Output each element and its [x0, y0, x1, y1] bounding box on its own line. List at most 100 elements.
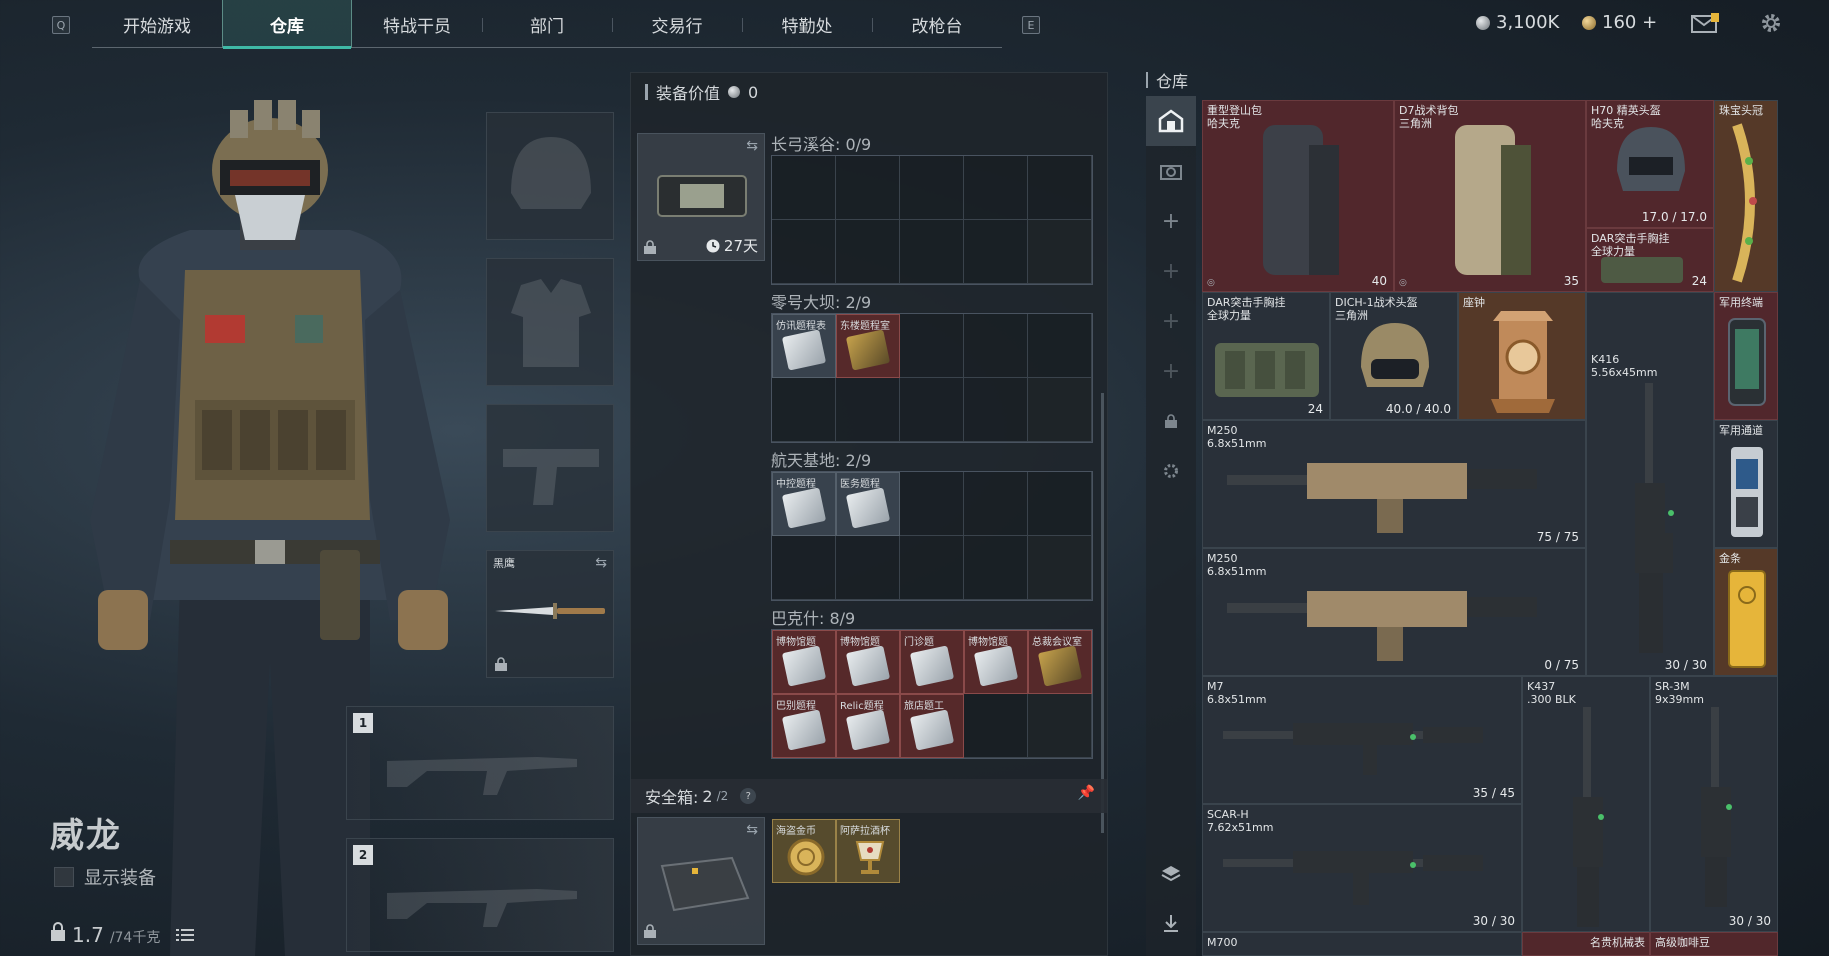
- keycard-item[interactable]: 博物馆题: [836, 630, 900, 694]
- key-grid-longbow[interactable]: [771, 155, 1093, 285]
- keycard-icon: [973, 645, 1019, 687]
- safebox-item[interactable]: 海盗金币: [772, 819, 836, 883]
- safebox-slot[interactable]: ⇆: [637, 817, 765, 945]
- keycard-item[interactable]: 东楼题程室: [836, 314, 900, 378]
- tab-warehouse[interactable]: 仓库: [222, 0, 352, 49]
- item-name: 军用通道: [1719, 424, 1763, 437]
- warehouse-item[interactable]: 珠宝头冠: [1714, 100, 1778, 292]
- warehouse-item[interactable]: H70 精英头盔 哈夫克 17.0 / 17.0: [1586, 100, 1714, 228]
- sidebar-add-4[interactable]: +: [1146, 346, 1196, 396]
- lock-icon: [644, 240, 656, 254]
- keycard-icon: [781, 329, 827, 371]
- tab-start-game[interactable]: 开始游戏: [92, 0, 222, 48]
- keycard-item[interactable]: 旅店题工: [900, 694, 964, 758]
- item-count: 24: [1691, 274, 1707, 288]
- warehouse-grid[interactable]: 重型登山包 哈夫克 40 ◎ D7战术背包 三角洲 35 ◎ H70 精英头盔 …: [1202, 100, 1778, 956]
- keycard-item[interactable]: 博物馆题: [772, 630, 836, 694]
- show-equipment-toggle[interactable]: 显示装备: [54, 864, 156, 890]
- warehouse-item[interactable]: 名贵机械表: [1522, 932, 1650, 956]
- equip-value-header: 装备价值 0: [631, 73, 1107, 111]
- sidebar-layers[interactable]: [1146, 848, 1196, 898]
- item-label: 中控题程: [776, 479, 816, 490]
- warehouse-item[interactable]: M250 6.8x51mm 75 / 75: [1202, 420, 1586, 548]
- tab-gunsmith[interactable]: 改枪台: [872, 0, 1002, 48]
- warehouse-item[interactable]: SR-3M 9x39mm 30 / 30: [1650, 676, 1778, 932]
- settings-button[interactable]: [1756, 10, 1786, 36]
- keycard-item[interactable]: 仿讯题程表: [772, 314, 836, 378]
- warehouse-item[interactable]: D7战术背包 三角洲 35 ◎: [1394, 100, 1586, 292]
- keycard-item[interactable]: 总裁会议室: [1028, 630, 1092, 694]
- keycard-item[interactable]: 医务题程: [836, 472, 900, 536]
- key-pouch-slot[interactable]: ⇆ 27天: [637, 133, 765, 261]
- melee-slot[interactable]: 黑鹰 ⇆: [486, 550, 614, 678]
- layers-icon: [1161, 866, 1181, 882]
- warehouse-item[interactable]: SCAR-H 7.62x51mm 30 / 30: [1202, 804, 1522, 932]
- sidebar-add-1[interactable]: +: [1146, 196, 1196, 246]
- warehouse-item[interactable]: 座钟: [1458, 292, 1586, 420]
- show-equipment-checkbox[interactable]: [54, 867, 74, 887]
- keycard-icon: [845, 709, 891, 751]
- armor-slot[interactable]: [486, 258, 614, 386]
- operator-name: 威龙: [50, 816, 122, 856]
- sidebar-page-4[interactable]: [1146, 146, 1196, 196]
- swap-icon[interactable]: ⇆: [595, 555, 607, 571]
- sidebar-locked[interactable]: [1146, 396, 1196, 446]
- warehouse-item[interactable]: M700: [1202, 932, 1522, 956]
- warehouse-item[interactable]: 军用终端: [1714, 292, 1778, 420]
- sidebar-add-2[interactable]: +: [1146, 246, 1196, 296]
- lock-icon: [644, 924, 656, 938]
- item-label: 阿萨拉酒杯: [840, 826, 890, 837]
- helmet-slot[interactable]: [486, 112, 614, 240]
- warehouse-item[interactable]: 重型登山包 哈夫克 40 ◎: [1202, 100, 1394, 292]
- help-icon[interactable]: ?: [740, 788, 757, 804]
- sidebar-all-storage[interactable]: [1146, 96, 1196, 146]
- mail-button[interactable]: [1690, 10, 1720, 36]
- pin-icon[interactable]: 📌: [1078, 785, 1095, 801]
- scrollbar[interactable]: [1101, 393, 1104, 833]
- warehouse-item[interactable]: DICH-1战术头盔 三角洲 40.0 / 40.0: [1330, 292, 1458, 420]
- keycard-item[interactable]: Relic题程: [836, 694, 900, 758]
- pistol-icon: [503, 449, 599, 505]
- sidebar-add-3[interactable]: +: [1146, 296, 1196, 346]
- tab-special-services[interactable]: 特勤处: [742, 0, 872, 48]
- rifle-silhouette-icon: [387, 889, 577, 927]
- pistol-slot[interactable]: [486, 404, 614, 532]
- item-name: K416 5.56x45mm: [1591, 353, 1658, 379]
- warehouse-item[interactable]: K416 5.56x45mm 30 / 30: [1586, 292, 1714, 676]
- tab-trading[interactable]: 交易行: [612, 0, 742, 48]
- warehouse-item[interactable]: 高级咖啡豆: [1650, 932, 1778, 956]
- coin-currency[interactable]: 160 +: [1582, 12, 1657, 33]
- secondary-weapon-slot[interactable]: 2: [346, 838, 614, 952]
- list-icon[interactable]: [176, 928, 195, 942]
- item-count: 24: [1307, 402, 1323, 416]
- item-count: 17.0 / 17.0: [1641, 210, 1707, 224]
- warehouse-item[interactable]: M7 6.8x51mm 35 / 45: [1202, 676, 1522, 804]
- primary-weapon-slot[interactable]: 1: [346, 706, 614, 820]
- silver-currency[interactable]: 3,100K: [1476, 12, 1559, 33]
- swap-icon[interactable]: ⇆: [746, 138, 758, 154]
- keycard-item[interactable]: 巴别题程: [772, 694, 836, 758]
- warehouse-item[interactable]: 金条: [1714, 548, 1778, 676]
- swap-icon[interactable]: ⇆: [746, 822, 758, 838]
- keycard-icon: [781, 487, 827, 529]
- warehouse-item[interactable]: K437 .300 BLK: [1522, 676, 1650, 932]
- item-name: 名贵机械表: [1590, 936, 1645, 949]
- sidebar-settings[interactable]: [1146, 446, 1196, 496]
- tab-department[interactable]: 部门: [482, 0, 612, 48]
- keycard-item[interactable]: 博物馆题: [964, 630, 1028, 694]
- sidebar-sort[interactable]: [1146, 898, 1196, 948]
- warehouse-icon: [1158, 109, 1184, 133]
- keycard-icon: [845, 645, 891, 687]
- keycard-icon: [909, 645, 955, 687]
- warehouse-item[interactable]: DAR突击手胸挂 全球力量 24: [1586, 228, 1714, 292]
- item-label: 博物馆题: [968, 637, 1008, 648]
- keycard-item[interactable]: 中控题程: [772, 472, 836, 536]
- tab-operators[interactable]: 特战干员: [352, 0, 482, 48]
- warehouse-item[interactable]: DAR突击手胸挂 全球力量 24: [1202, 292, 1330, 420]
- keycard-item[interactable]: 门诊题: [900, 630, 964, 694]
- keycard-icon: [781, 645, 827, 687]
- safebox-item[interactable]: 阿萨拉酒杯: [836, 819, 900, 883]
- warehouse-item[interactable]: 军用通道: [1714, 420, 1778, 548]
- warehouse-item[interactable]: M250 6.8x51mm 0 / 75: [1202, 548, 1586, 676]
- keycard-icon: [781, 709, 827, 751]
